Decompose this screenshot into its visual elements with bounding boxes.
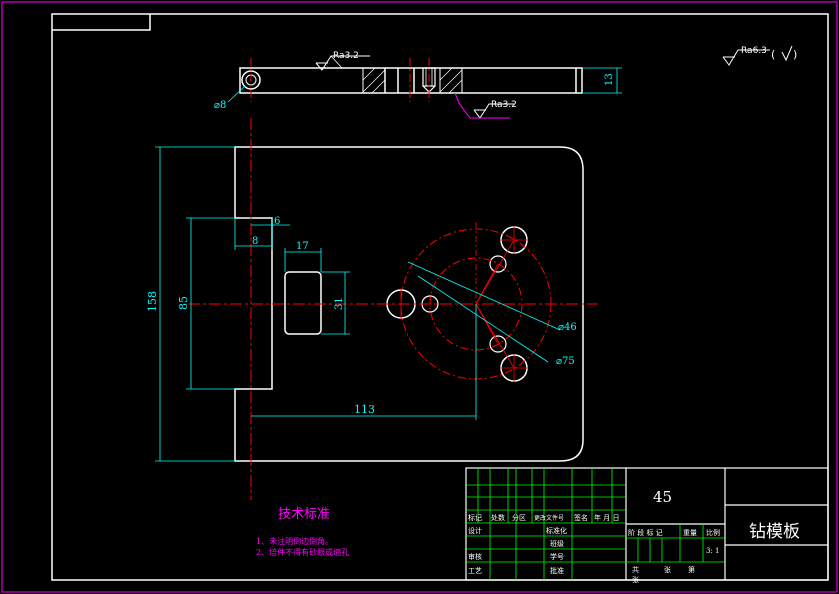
tb-sheet-total: 共 (632, 565, 639, 574)
dim-dia-75: ⌀75 (556, 356, 575, 367)
dim-17: 17 (296, 241, 309, 252)
tb-xuehao: 学号 (550, 552, 564, 561)
roughness-bottom-label: Ra3.2 (491, 100, 517, 110)
tb-gengwj: 更改文件号 (534, 514, 564, 522)
inner-frame (51, 13, 829, 581)
dim-31: 31 (334, 297, 345, 310)
top-view: Ra3.2 Ra3.2 ⌀8 13 (214, 51, 622, 119)
paren-close: ) (793, 48, 797, 61)
tb-fenqu: 分区 (512, 513, 526, 522)
tb-scale-label: 比例 (706, 528, 720, 537)
front-view (188, 118, 598, 500)
hole-dia-label: ⌀8 (214, 100, 226, 111)
tb-pizhun: 批准 (550, 566, 564, 575)
tb-scale-value: 3: 1 (706, 547, 720, 555)
part-name: 钻模板 (749, 522, 800, 542)
cad-drawing-canvas: { "colors": { "background": "#000000", "… (0, 0, 839, 594)
drawing-svg: Ra3.2 Ra3.2 ⌀8 13 Ra6.3 ( ) 158 85 8 6 1… (1, 1, 838, 593)
tb-sheet-di: 第 (688, 565, 695, 574)
hatch-section-left (362, 67, 386, 94)
general-roughness: Ra6.3 ( ) (722, 45, 797, 66)
notes-line-2: 2、培件不得有砂眼或缩孔 (256, 547, 349, 557)
thickness-label: 13 (604, 73, 615, 86)
tb-weight-label: 重量 (683, 529, 697, 537)
tb-qianming: 签名 (574, 513, 588, 522)
hatch-section-right (439, 67, 463, 94)
tb-stage-label: 阶 段 标 记 (628, 528, 663, 537)
tb-date: 年 月 日 (594, 513, 619, 522)
dim-8: 8 (252, 236, 258, 247)
dim-113: 113 (354, 403, 375, 416)
tb-chushu: 处数 (491, 513, 505, 522)
dim-158: 158 (146, 291, 159, 312)
tb-sheet-zhang2: 张 (632, 575, 639, 584)
tb-sheji: 设计 (468, 526, 482, 535)
top-view-outline (239, 67, 583, 94)
paren-open: ( (771, 48, 775, 61)
outer-frame (1, 1, 838, 593)
tb-biaoji: 标记 (468, 513, 482, 522)
tb-banji: 班级 (550, 539, 564, 548)
tb-biaozhunhua: 标准化 (546, 526, 567, 535)
rect-slot (284, 271, 322, 335)
dim-85: 85 (177, 296, 190, 310)
tb-sheet-zhang: 张 (664, 565, 671, 574)
notes-line-1: 1、未注明倒边倒角。 (256, 536, 333, 546)
general-roughness-label: Ra6.3 (741, 46, 767, 56)
tb-gongyi: 工艺 (468, 567, 482, 575)
notes-title: 技术标准 (278, 507, 330, 522)
dim-6: 6 (274, 216, 280, 227)
frame-corner-box (52, 14, 151, 31)
material-label: 45 (653, 488, 672, 506)
roughness-top-label: Ra3.2 (333, 51, 359, 61)
dim-dia-46: ⌀46 (558, 322, 577, 333)
tb-shenhe: 审核 (468, 552, 482, 561)
